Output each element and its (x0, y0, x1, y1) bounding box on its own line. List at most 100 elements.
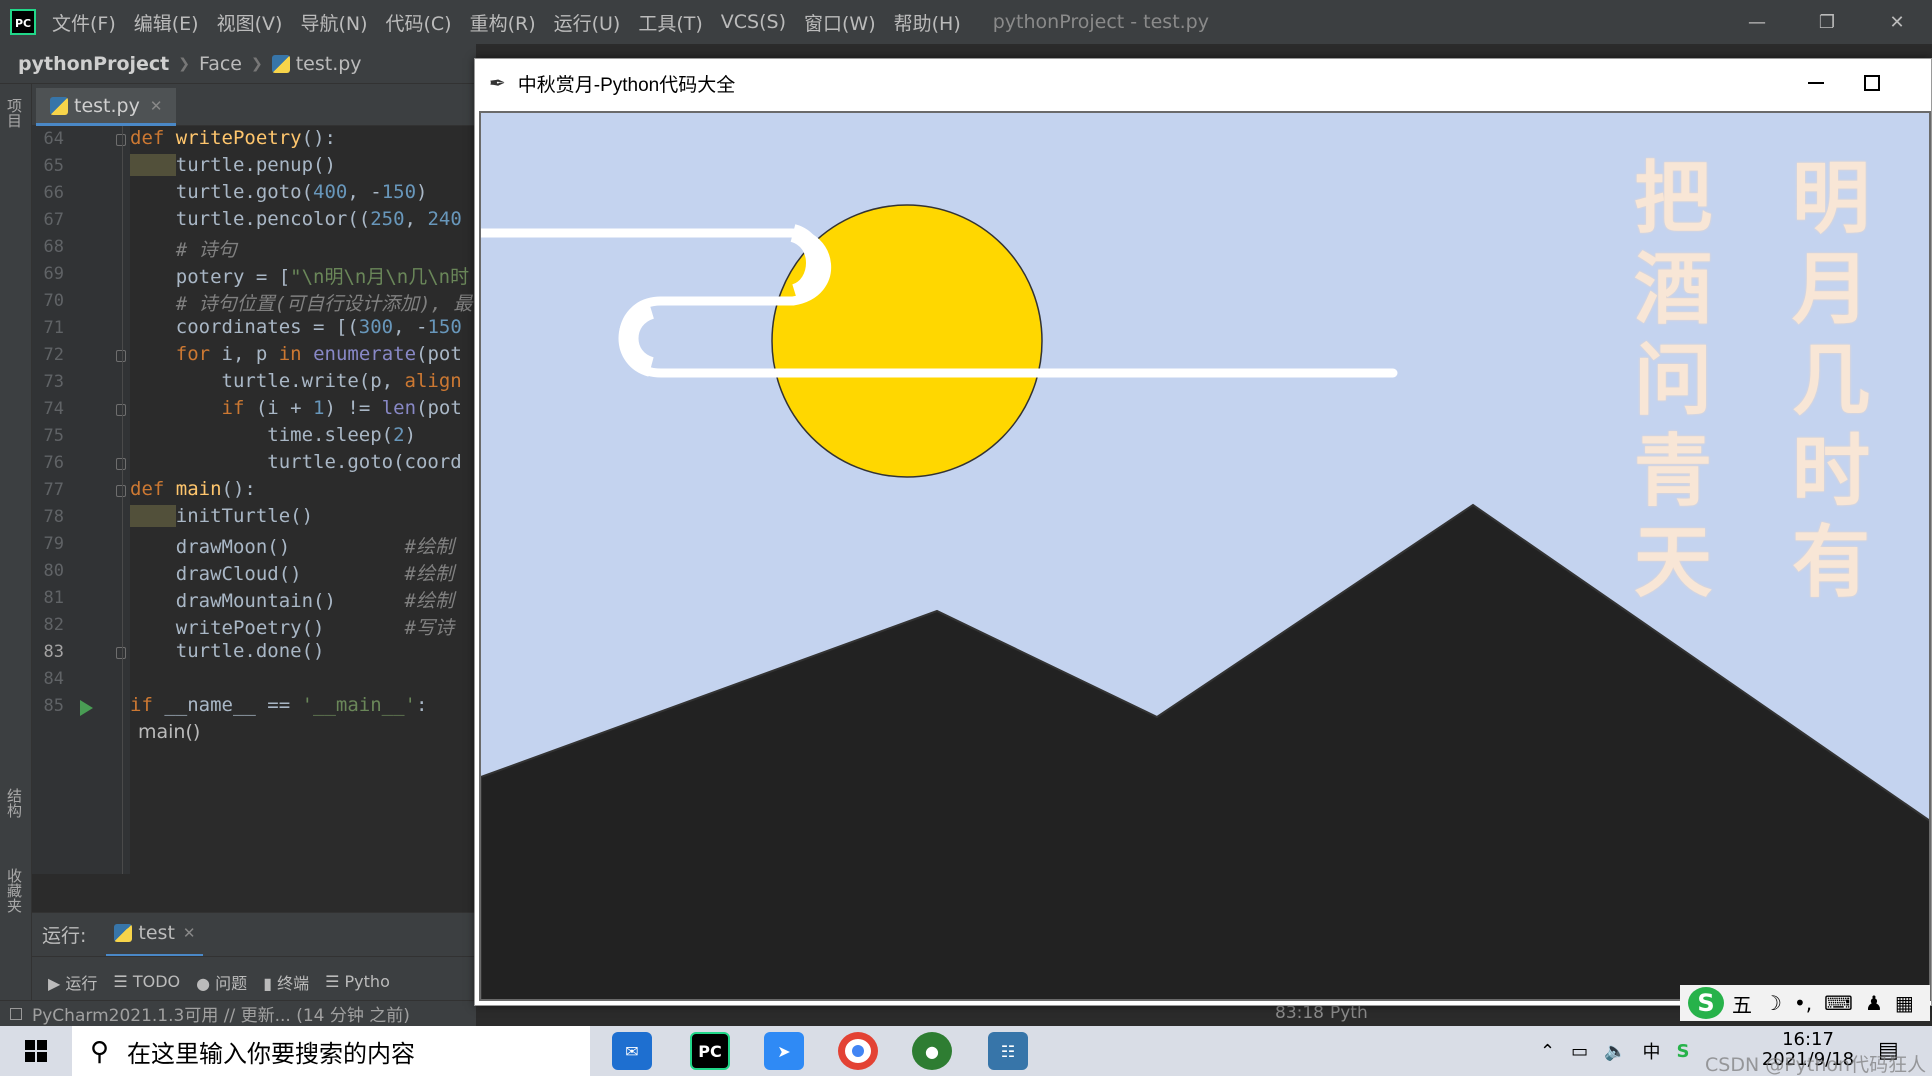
ime-indicator[interactable]: 中 (1643, 1038, 1661, 1064)
moon-icon[interactable]: ☽ (1764, 991, 1782, 1015)
fold-marker-icon[interactable] (116, 485, 126, 497)
tool-tab-structure[interactable]: 结构 (4, 788, 25, 818)
menu-run[interactable]: 运行(U) (554, 9, 621, 36)
turtle-canvas[interactable]: 明 月 几 时 有 把 酒 问 青 天 (479, 111, 1931, 1001)
keyboard-icon[interactable]: ⌨ (1824, 991, 1853, 1015)
ime-mode-label[interactable]: 五 (1732, 989, 1752, 1018)
run-gutter-icon[interactable] (80, 700, 93, 716)
turtle-graphics-window[interactable]: ✒ 中秋赏月-Python代码大全 明 月 几 时 有 把 酒 问 青 天 (474, 58, 1932, 1006)
code-line: turtle.penup() (130, 154, 336, 176)
left-tool-strip: 项目 结构 收藏夹 (0, 84, 32, 1006)
line-number: 71 (43, 318, 64, 338)
line-number: 70 (43, 291, 64, 311)
start-button[interactable] (0, 1026, 72, 1076)
tool-tab-favorites[interactable]: 收藏夹 (4, 868, 25, 913)
chrome-icon[interactable] (838, 1032, 878, 1070)
code-line: turtle.goto(400, -150) (130, 181, 428, 203)
line-number: 66 (43, 183, 64, 203)
tool-todo-button[interactable]: ☰ TODO (113, 972, 180, 991)
breadcrumb-project[interactable]: pythonProject (18, 53, 169, 75)
status-interpreter[interactable]: Pyth (1330, 1003, 1368, 1023)
status-update-text[interactable]: PyCharm2021.1.3可用 // 更新... (14 分钟 之前) (32, 1001, 410, 1026)
poem-column-left: 把 酒 问 青 天 (1628, 153, 1718, 608)
volume-icon[interactable]: 🔈 (1604, 1041, 1626, 1062)
line-number: 81 (43, 588, 64, 608)
sogou-tray-icon[interactable]: S (1677, 1041, 1690, 1062)
fold-marker-icon[interactable] (116, 404, 126, 416)
code-line: for i, p in enumerate(pot (175, 343, 462, 365)
menu-edit[interactable]: 编辑(E) (134, 9, 199, 36)
grid-icon[interactable]: ▦ (1895, 991, 1914, 1015)
bottom-tool-bar: ▶ 运行 ☰ TODO ● 问题 ▮ 终端 ☰ Pytho (32, 956, 476, 1006)
line-number: 68 (43, 237, 64, 257)
python-icon[interactable]: ☷ (988, 1032, 1028, 1070)
line-number: 80 (43, 561, 64, 581)
fold-marker-icon[interactable] (116, 458, 126, 470)
fold-marker-icon[interactable] (116, 350, 126, 362)
close-tab-icon[interactable]: ✕ (150, 97, 163, 115)
code-line: if __name__ == '__main__': (130, 694, 428, 716)
tray-chevron-icon[interactable]: ⌃ (1540, 1041, 1555, 1062)
tool-run-button[interactable]: ▶ 运行 (48, 970, 97, 994)
fold-marker-icon[interactable] (116, 647, 126, 659)
run-panel-header: 运行: test ✕ (32, 912, 476, 957)
menu-vcs[interactable]: VCS(S) (721, 11, 786, 33)
editor-tab-label: test.py (74, 94, 140, 117)
code-editor[interactable]: turtle.speed(10) def writePoetry(): turt… (130, 126, 476, 874)
battery-icon[interactable]: ▭ (1571, 1041, 1588, 1062)
breadcrumb-file[interactable]: test.py (296, 53, 362, 75)
tool-problems-button[interactable]: ● 问题 (196, 970, 247, 994)
code-line: potery = ["\n明\n月\n几\n时 (130, 266, 470, 288)
menu-view[interactable]: 视图(V) (217, 9, 283, 36)
line-number: 85 (43, 696, 64, 716)
turtle-window-titlebar[interactable]: ✒ 中秋赏月-Python代码大全 (475, 59, 1931, 107)
fold-marker-icon[interactable] (116, 134, 126, 146)
tool-tab-project[interactable]: 项目 (4, 98, 25, 128)
poem-char: 酒 (1633, 244, 1712, 335)
windows-taskbar: ⚲ 在这里输入你要搜索的内容 ✉ PC ➤ ● ☷ ⌃ ▭ 🔈 中 S 16:1… (0, 1026, 1932, 1076)
ide-close-button[interactable]: ✕ (1862, 0, 1932, 44)
status-toggle-icon[interactable] (10, 1007, 22, 1020)
poem-char: 几 (1791, 335, 1870, 426)
sogou-ime-icon[interactable]: S (1688, 987, 1724, 1019)
code-line: def writePoetry(): (130, 127, 336, 149)
turtle-maximize-button[interactable] (1857, 69, 1887, 97)
close-tab-icon[interactable]: ✕ (183, 924, 196, 942)
mail-icon[interactable]: ✉ (612, 1032, 652, 1070)
ime-toolbar[interactable]: S 五 ☽ •, ⌨ ♟ ▦ (1680, 985, 1930, 1021)
turtle-minimize-button[interactable] (1801, 69, 1831, 97)
tool-terminal-button[interactable]: ▮ 终端 (263, 970, 309, 994)
menu-window[interactable]: 窗口(W) (804, 9, 876, 36)
line-number: 76 (43, 453, 64, 473)
tool-python-console-button[interactable]: ☰ Pytho (325, 972, 390, 991)
messenger-icon[interactable]: ➤ (764, 1032, 804, 1070)
python-file-icon (271, 54, 290, 73)
gutter-divider (122, 126, 123, 874)
taskbar-search-input[interactable]: ⚲ 在这里输入你要搜索的内容 (72, 1026, 590, 1076)
line-number: 84 (43, 669, 64, 689)
status-caret-position[interactable]: 83:18 (1275, 1003, 1324, 1023)
code-line: initTurtle() (130, 505, 313, 527)
globe-icon[interactable]: ● (912, 1032, 952, 1070)
ide-minimize-button[interactable]: — (1722, 0, 1792, 44)
punctuation-icon[interactable]: •, (1794, 991, 1812, 1015)
breadcrumb-folder[interactable]: Face (199, 53, 242, 75)
code-line: time.sleep(2) (130, 424, 417, 446)
code-line: drawMoon() #绘制 (130, 536, 454, 558)
line-number: 75 (43, 426, 64, 446)
menu-refactor[interactable]: 重构(R) (470, 9, 536, 36)
menu-navigate[interactable]: 导航(N) (300, 9, 367, 36)
run-config-tab[interactable]: test ✕ (106, 913, 204, 957)
feather-icon: ✒ (489, 71, 506, 95)
menu-code[interactable]: 代码(C) (385, 9, 451, 36)
menu-help[interactable]: 帮助(H) (894, 9, 961, 36)
poem-char: 有 (1791, 517, 1870, 608)
pycharm-icon[interactable]: PC (690, 1032, 730, 1070)
pycharm-logo-icon[interactable]: PC (10, 9, 36, 35)
editor-tab-test-py[interactable]: test.py ✕ (36, 88, 176, 126)
menu-tools[interactable]: 工具(T) (638, 9, 702, 36)
code-breadcrumb-footer[interactable]: main() (138, 721, 200, 743)
user-icon[interactable]: ♟ (1865, 991, 1883, 1015)
menu-file[interactable]: 文件(F) (52, 9, 116, 36)
ide-restore-button[interactable]: ❐ (1792, 0, 1862, 44)
